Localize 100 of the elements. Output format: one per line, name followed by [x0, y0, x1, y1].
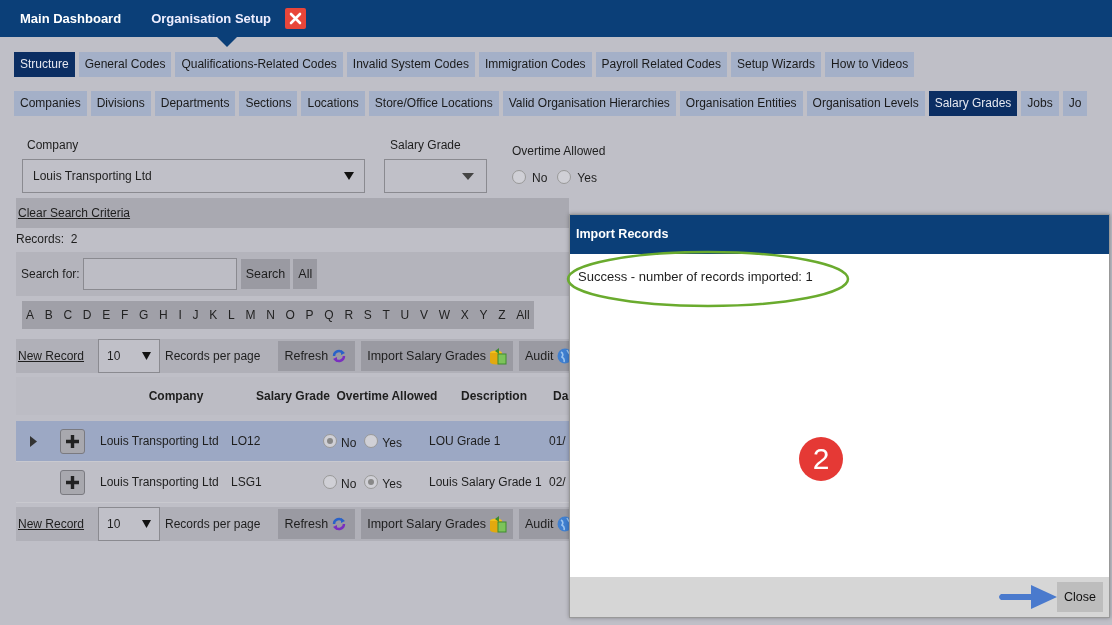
page-size-select[interactable]: 10	[98, 507, 161, 541]
tab[interactable]: Jo	[1062, 91, 1088, 116]
audit-button[interactable]: Audit	[519, 340, 569, 372]
tab[interactable]: Store/Office Locations	[368, 91, 499, 116]
letter-filter[interactable]: W	[438, 306, 451, 324]
radio-label: No	[532, 170, 548, 187]
tab[interactable]: Salary Grades	[928, 91, 1018, 116]
top-tab[interactable]: Organisation Setup	[151, 8, 280, 29]
tab[interactable]: Companies	[14, 91, 87, 116]
letter-filter[interactable]: K	[209, 306, 218, 324]
radio-button[interactable]	[364, 475, 379, 489]
letter-filter[interactable]: L	[228, 306, 235, 324]
table-cell-text: 02/	[549, 474, 566, 491]
letter-filter[interactable]: V	[419, 306, 428, 324]
table-cell-text: Louis Salary Grade 1	[429, 474, 543, 491]
page-size-select[interactable]: 10	[98, 339, 161, 373]
tab[interactable]: Jobs	[1021, 91, 1059, 116]
letter-filter[interactable]: A	[26, 306, 34, 324]
tab[interactable]: Organisation Entities	[679, 91, 803, 116]
column-header: Salary Grade	[254, 388, 331, 405]
radio-button[interactable]	[364, 434, 379, 448]
caret-icon	[142, 520, 152, 528]
table-cell-text: Louis Transporting Ltd	[100, 474, 220, 491]
radio-button[interactable]	[323, 475, 337, 489]
letter-filter[interactable]: I	[178, 306, 182, 324]
close-button[interactable]	[285, 8, 307, 29]
letter-filter[interactable]: J	[192, 306, 199, 324]
letter-filter[interactable]: N	[266, 306, 275, 324]
letter-filter[interactable]: F	[121, 306, 129, 324]
tab[interactable]: Immigration Codes	[478, 52, 592, 77]
letter-filter[interactable]: O	[285, 306, 295, 324]
refresh-button[interactable]: Refresh	[278, 340, 356, 372]
tab[interactable]: Structure	[14, 52, 75, 77]
field-label: Salary Grade	[389, 137, 462, 154]
add-button[interactable]	[60, 469, 85, 495]
tab[interactable]: How to Videos	[825, 52, 915, 77]
letter-filter[interactable]: Y	[479, 306, 488, 324]
caret-icon	[142, 352, 152, 360]
tab[interactable]: Divisions	[90, 91, 151, 116]
clear-search-link[interactable]: Clear Search Criteria	[18, 204, 131, 222]
import-button[interactable]: Import Salary Grades	[361, 340, 513, 372]
audit-button[interactable]: Audit	[519, 508, 569, 540]
records-per-page-label: Records per page	[165, 348, 261, 365]
letter-filter[interactable]: U	[400, 306, 410, 324]
success-message: Success - number of records imported: 1	[578, 268, 813, 286]
close-button[interactable]: Close	[1057, 581, 1103, 613]
radio-label: Yes	[382, 434, 402, 452]
salary-grade-select[interactable]	[384, 159, 487, 193]
plus-icon	[65, 474, 80, 490]
radio-button[interactable]	[323, 434, 337, 448]
tab[interactable]: Payroll Related Codes	[595, 52, 727, 77]
tab[interactable]: Valid Organisation Hierarchies	[502, 91, 676, 116]
letter-filter[interactable]: All	[516, 306, 530, 324]
column-header: Company	[147, 388, 205, 405]
tab[interactable]: General Codes	[78, 52, 172, 77]
top-tab[interactable]: Main Dashboard	[20, 8, 130, 29]
tab[interactable]: Invalid System Codes	[346, 52, 475, 77]
table-cell-text: 01/	[549, 433, 566, 450]
letter-filter[interactable]: E	[102, 306, 111, 324]
letter-filter[interactable]: P	[305, 306, 314, 324]
letter-filter[interactable]: R	[344, 306, 354, 324]
letter-filter[interactable]: S	[363, 306, 372, 324]
search-field[interactable]	[82, 258, 237, 290]
close-icon	[289, 12, 303, 25]
tab[interactable]: Qualifications-Related Codes	[175, 52, 343, 77]
letter-filter[interactable]: B	[44, 306, 53, 324]
tab[interactable]: Sections	[239, 91, 298, 116]
dialog-title: Import Records	[570, 215, 1109, 254]
radio-button[interactable]	[512, 169, 526, 184]
table-row[interactable]: Louis Transporting Ltd LO12 No Yes LOU Grade 1 01/	[16, 421, 569, 462]
tab[interactable]: Setup Wizards	[731, 52, 822, 77]
all-button[interactable]: All	[293, 258, 318, 290]
table-row[interactable]: Louis Transporting Ltd LSG1 No Yes Louis Salary Grade 1 02/	[16, 462, 569, 503]
refresh-button[interactable]: Refresh	[278, 508, 356, 540]
tab[interactable]: Departments	[154, 91, 236, 116]
add-button[interactable]	[60, 428, 85, 454]
letter-filter[interactable]: H	[159, 306, 168, 324]
table-cell-text: LO12	[231, 433, 262, 450]
new-record-link[interactable]: New Record	[18, 347, 85, 365]
new-record-link[interactable]: New Record	[18, 515, 85, 533]
field-label: Overtime Allowed	[512, 143, 606, 160]
radio-label: Yes	[382, 475, 402, 493]
company-select[interactable]: Louis Transporting Ltd	[22, 159, 365, 193]
expand-icon[interactable]	[30, 436, 37, 448]
table-cell-text: LOU Grade 1	[429, 433, 502, 450]
tab[interactable]: Locations	[301, 91, 365, 116]
search-button[interactable]: Search	[240, 258, 291, 290]
search-label: Search for:	[21, 266, 80, 283]
import-button[interactable]: Import Salary Grades	[361, 508, 513, 540]
letter-filter[interactable]: D	[82, 306, 92, 324]
letter-filter[interactable]: T	[382, 306, 390, 324]
tab[interactable]: Organisation Levels	[806, 91, 925, 116]
radio-button[interactable]	[557, 169, 572, 184]
letter-filter[interactable]: X	[460, 306, 469, 324]
letter-filter[interactable]: Q	[324, 306, 334, 324]
letter-filter[interactable]: M	[245, 306, 256, 324]
letter-filter[interactable]: G	[139, 306, 149, 324]
letter-filter[interactable]: C	[63, 306, 73, 324]
letter-filter[interactable]: Z	[498, 306, 506, 324]
field-label: Company	[26, 137, 80, 154]
